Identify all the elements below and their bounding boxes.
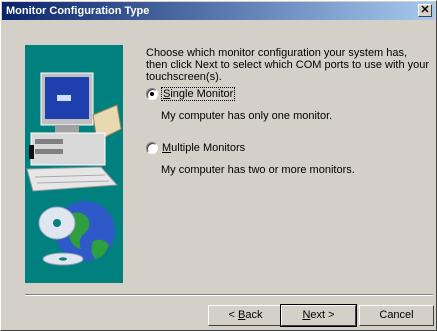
button-separator <box>25 294 433 296</box>
back-button[interactable]: < Back <box>208 305 283 326</box>
cancel-button[interactable]: Cancel <box>359 305 434 326</box>
single-monitor-label[interactable]: Single Monitor <box>160 87 236 101</box>
radio-unselected-icon[interactable] <box>146 142 158 154</box>
radio-selected-icon[interactable] <box>146 88 158 100</box>
wizard-window: Monitor Configuration Type ✕ Choose whic… <box>0 0 437 331</box>
single-monitor-radio[interactable]: Single Monitor <box>146 87 236 101</box>
wizard-illustration <box>25 45 123 283</box>
title-bar: Monitor Configuration Type ✕ <box>2 2 435 20</box>
close-button[interactable]: ✕ <box>418 4 432 17</box>
next-button[interactable]: Next > <box>280 304 357 327</box>
single-monitor-hint: My computer has only one monitor. <box>161 110 333 122</box>
instruction-text: Choose which monitor configuration your … <box>146 47 430 83</box>
computer-icon <box>26 72 122 192</box>
multiple-monitors-radio[interactable]: Multiple Monitors <box>146 142 245 154</box>
close-icon: ✕ <box>420 4 430 16</box>
multiple-monitors-hint: My computer has two or more monitors. <box>161 164 355 176</box>
window-title: Monitor Configuration Type <box>6 5 150 17</box>
multiple-monitors-label[interactable]: Multiple Monitors <box>162 142 245 154</box>
